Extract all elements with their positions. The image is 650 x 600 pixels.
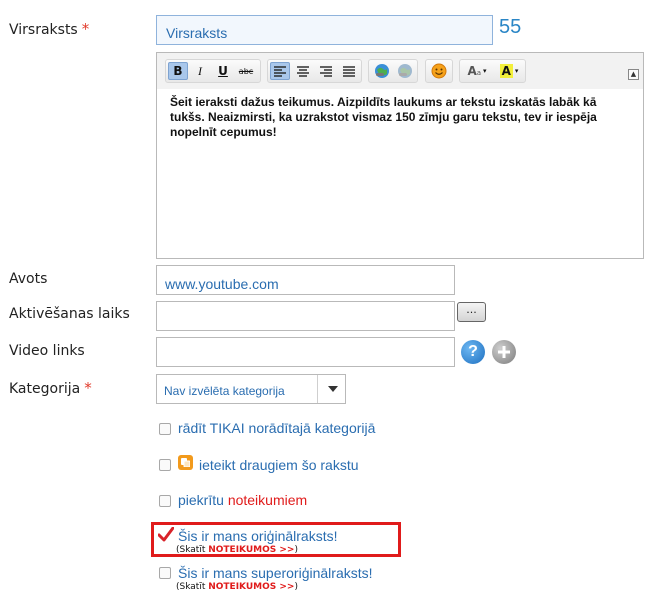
add-icon[interactable]: [492, 340, 516, 364]
align-center-icon[interactable]: [293, 62, 313, 80]
recommend-checkbox[interactable]: [159, 459, 171, 471]
text-editor[interactable]: B I U abc A a ▾ A ▾ ▲ Šeit ieraksti dažu…: [156, 52, 644, 259]
editor-toolbar: B I U abc A a ▾ A ▾ ▲: [157, 53, 643, 89]
underline-button[interactable]: U: [213, 62, 233, 80]
title-input-value: Virsraksts: [166, 25, 228, 41]
align-justify-icon[interactable]: [339, 62, 359, 80]
required-mark: *: [81, 20, 90, 38]
align-left-icon[interactable]: [270, 62, 290, 80]
note-prefix: (Skatīt: [176, 545, 209, 555]
emoticon-group: [425, 59, 453, 83]
terms-link[interactable]: noteikumiem: [228, 492, 307, 508]
title-char-counter: 55: [499, 16, 522, 38]
share-icon: [178, 455, 193, 470]
agree-terms-prefix: piekrītu: [178, 492, 228, 508]
super-original-note: (Skatīt NOTEIKUMOS >>): [176, 582, 298, 592]
video-input[interactable]: [156, 337, 455, 367]
highlight-glyph: A: [499, 64, 513, 78]
source-label: Avots: [9, 271, 48, 287]
title-label-text: Virsraksts: [9, 22, 78, 38]
smiley-icon[interactable]: [429, 62, 449, 80]
format-group: B I U abc: [165, 59, 261, 83]
editor-content[interactable]: Šeit ieraksti dažus teikumus. Aizpildīts…: [170, 95, 631, 140]
activation-input[interactable]: [156, 301, 455, 331]
super-original-label: Šis ir mans superoriģinālraksts!: [178, 565, 373, 581]
agree-terms-label: piekrītu noteikumiem: [178, 492, 307, 508]
date-picker-button[interactable]: ...: [457, 302, 486, 322]
category-selected-value: Nav izvēlēta kategorija: [164, 384, 285, 398]
category-label: Kategorija *: [9, 379, 92, 397]
category-select[interactable]: Nav izvēlēta kategorija: [156, 374, 346, 404]
chevron-down-icon: ▾: [514, 67, 519, 75]
note-suffix: ): [294, 545, 298, 555]
align-right-icon[interactable]: [316, 62, 336, 80]
strikethrough-button[interactable]: abc: [236, 62, 256, 80]
title-label: Virsraksts *: [9, 20, 89, 38]
video-label: Video links: [9, 343, 85, 359]
source-input[interactable]: www.youtube.com: [156, 265, 455, 295]
required-mark: *: [84, 379, 92, 397]
align-group: [267, 59, 362, 83]
insert-link-icon[interactable]: [372, 62, 392, 80]
super-original-checkbox[interactable]: [159, 567, 171, 579]
agree-terms-checkbox[interactable]: [159, 495, 171, 507]
only-marked-category-checkbox[interactable]: [159, 423, 171, 435]
toggle-toolbar-icon[interactable]: ▲: [628, 69, 639, 80]
original-article-label: Šis ir mans oriģinālraksts!: [178, 528, 338, 544]
note-prefix: (Skatīt: [176, 582, 209, 592]
bold-button[interactable]: B: [168, 62, 188, 80]
italic-button[interactable]: I: [190, 62, 210, 80]
only-marked-category-label: rādīt TIKAI norādītajā kategorijā: [178, 420, 376, 436]
dropdown-arrow-icon[interactable]: [317, 375, 347, 403]
highlight-color-button[interactable]: A ▾: [495, 62, 523, 80]
source-input-value: www.youtube.com: [165, 276, 279, 292]
rules-link[interactable]: NOTEIKUMOS >>: [208, 582, 294, 592]
color-group: Aa ▾ A ▾: [459, 59, 526, 83]
recommend-label: ieteikt draugiem šo rakstu: [199, 457, 359, 473]
title-input[interactable]: Virsraksts: [156, 15, 493, 45]
help-icon[interactable]: ?: [461, 340, 485, 364]
note-suffix: ): [294, 582, 298, 592]
original-article-checkbox[interactable]: [157, 526, 175, 543]
rules-link[interactable]: NOTEIKUMOS >>: [208, 545, 294, 555]
link-group: [368, 59, 418, 83]
category-label-text: Kategorija: [9, 381, 81, 397]
remove-link-icon[interactable]: [395, 62, 415, 80]
font-size-button[interactable]: Aa ▾: [463, 62, 491, 80]
font-size-glyph: A: [467, 64, 477, 78]
original-article-note: (Skatīt NOTEIKUMOS >>): [176, 545, 298, 555]
chevron-down-icon: ▾: [483, 67, 487, 75]
activation-label: Aktivēšanas laiks: [9, 306, 130, 322]
